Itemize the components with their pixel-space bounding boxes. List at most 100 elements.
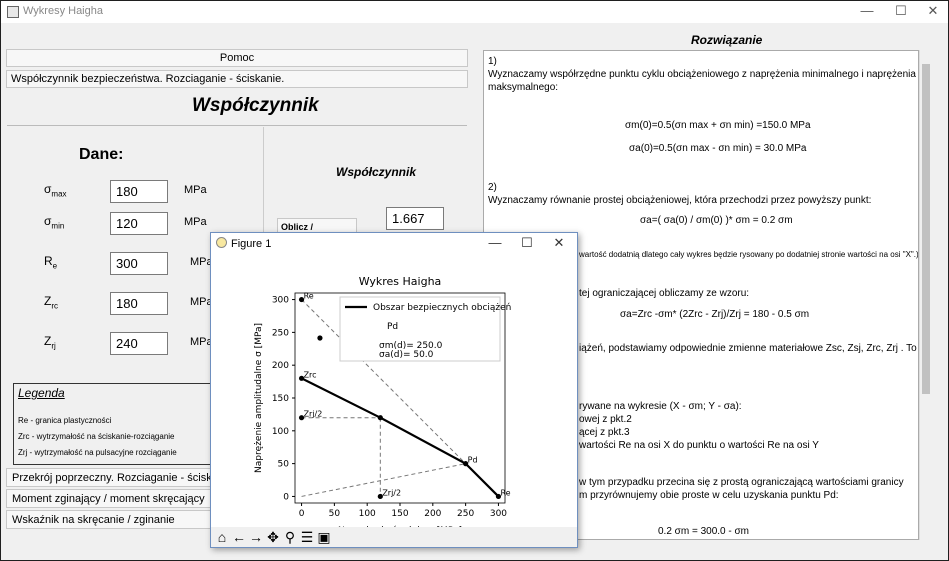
field-symbol: σmin [44,214,64,230]
field-symbol: Zrj [44,334,56,350]
y-tick-label: 0 [283,492,289,502]
legend-line-label: Obszar bezpiecznych obciążeń [373,303,511,313]
solution-line: 2) [488,182,497,193]
solution-line: owej z pkt.2 [579,414,632,425]
y-axis-label: Naprężenie amplitudalne σ [MPa] [254,323,264,473]
solution-line: wartość dodatnią dlatego cały wykres będ… [579,250,919,259]
field-unit: MPa [184,216,207,228]
vertical-scrollbar[interactable] [919,50,931,540]
solution-line: tej ograniczającej obliczamy ze wzoru: [579,288,750,299]
x-tick-label: 150 [391,509,408,519]
legend-title: Legenda [18,386,65,400]
y-tick-label: 100 [272,427,289,437]
x-tick-label: 50 [329,509,341,519]
figure-toolbar: ⌂ ← → ✥ ⚲ ☰ ▣ [211,527,577,547]
y-tick-label: 250 [272,328,289,338]
y-tick-label: 200 [272,361,289,371]
main-heading: Współczynnik [192,95,319,116]
zoom-icon[interactable]: ⚲ [282,529,298,545]
legend-box: Legenda Re - granica plastyczności Zrc -… [13,383,218,465]
solution-line: σa=Zrc -σm* (2Zrc - Zrj)/Zrj = 180 - 0.5… [620,309,810,320]
legend-point-swatch [317,335,323,341]
solution-line: σa(0)=0.5(σn max - σn min) = 30.0 MPa [629,143,807,154]
close-button[interactable]: ✕ [915,1,948,23]
matplotlib-icon [216,237,227,248]
window-title: Wykresy Haigha [23,5,103,17]
fig-close-button[interactable]: ✕ [545,235,573,251]
divider [7,125,467,126]
solution-line: w tym przypadku przecina się z prostą og… [579,477,904,488]
legend-item: Re - granica plastyczności [18,416,112,425]
symbol: R [44,254,53,268]
x-tick-label: 200 [424,509,441,519]
save-icon[interactable]: ▣ [316,529,332,545]
field-input[interactable]: 240 [110,332,168,355]
field-symbol: Re [44,254,57,270]
coefficient-label: Współczynnik [336,165,417,179]
x-tick-label: 300 [490,509,507,519]
scroll-thumb[interactable] [922,64,930,394]
y-tick-label: 150 [272,394,289,404]
forward-icon[interactable]: → [248,529,264,545]
field-input[interactable]: 120 [110,212,168,235]
coefficient-output: 1.667 [386,207,444,230]
solution-line: Wyznaczamy współrzędne punktu cyklu obci… [488,69,916,80]
home-icon[interactable]: ⌂ [214,529,230,545]
maximize-button[interactable]: ☐ [883,1,919,23]
solution-line: ącej z pkt.3 [579,427,630,438]
symbol-subscript: max [51,189,67,199]
field-input[interactable]: 180 [110,292,168,315]
field-unit: MPa [184,184,207,196]
title-bar: Wykresy Haigha — ☐ ✕ [1,1,948,23]
x-tick-label: 100 [359,509,376,519]
solution-line: Wyznaczamy równanie prostej obciążeniowe… [488,195,872,206]
data-point [377,415,383,421]
solution-title: Rozwiązanie [691,33,763,47]
symbol-subscript: min [51,221,65,231]
symbol-subscript: e [52,261,58,271]
y-tick-label: 300 [272,296,289,306]
legend-item: Zrc - wytrzymałość na ściskanie-rozciąga… [18,432,175,441]
point-label: Zrj/2 [382,488,401,497]
field-input[interactable]: 300 [110,252,168,275]
safe-area-line [301,377,500,498]
solution-line: 1) [488,56,497,67]
app-icon [7,6,19,18]
symbol-subscript: rj [51,341,56,351]
solution-line: iążeń, podstawiamy odpowiednie zmienne m… [579,343,918,354]
solution-line: σa=( σa(0) / σm(0) )* σm = 0.2 σm [640,215,793,226]
haigh-chart: Wykres HaighaNaprężenie średnie σ [MPa]N… [254,275,511,527]
x-tick-label: 250 [457,509,474,519]
field-symbol: Zrc [44,294,58,310]
fig-minimize-button[interactable]: — [481,235,509,250]
back-icon[interactable]: ← [231,529,247,545]
figure-title: Figure 1 [231,238,272,250]
pan-icon[interactable]: ✥ [265,529,281,545]
solution-line: wartości Re na osi X do punktu o wartośc… [579,440,819,451]
x-tick-label: 0 [299,509,305,519]
solution-line: σm(0)=0.5(σn max + σn min) =150.0 MPa [625,120,811,131]
configure-icon[interactable]: ☰ [299,529,315,545]
section-header[interactable]: Współczynnik bezpieczeństwa. Rozciaganie… [6,70,468,88]
legend-point-label: Pd [387,322,398,332]
legend-text: σa(d)= 50.0 [379,350,434,360]
fig-maximize-button[interactable]: ☐ [513,235,541,251]
solution-line: maksymalnego: [488,82,559,93]
solution-line: rywane na wykresie (X - σm; Y - σa): [579,401,742,412]
point-label: Re [304,292,314,301]
point-label: Zrc [304,370,317,379]
legend-item: Zrj - wytrzymałość na pulsacyjne rozciąg… [18,448,177,457]
minimize-button[interactable]: — [849,1,885,23]
solution-line: m przyrównujemy obie proste w celu uzysk… [579,490,839,501]
help-button[interactable]: Pomoc [6,49,468,67]
field-symbol: σmax [44,182,67,198]
point-label: Zrj/2 [304,410,323,419]
point-label: Pd [468,456,478,465]
solution-line: 0.2 σm = 300.0 - σm [658,526,749,537]
dane-label: Dane: [79,146,124,163]
figure-window: Figure 1 — ☐ ✕ Wykres HaighaNaprężenie ś… [210,232,578,548]
symbol-subscript: rc [51,301,59,311]
field-input[interactable]: 180 [110,180,168,203]
chart-title: Wykres Haigha [359,275,442,288]
y-tick-label: 50 [278,460,290,470]
